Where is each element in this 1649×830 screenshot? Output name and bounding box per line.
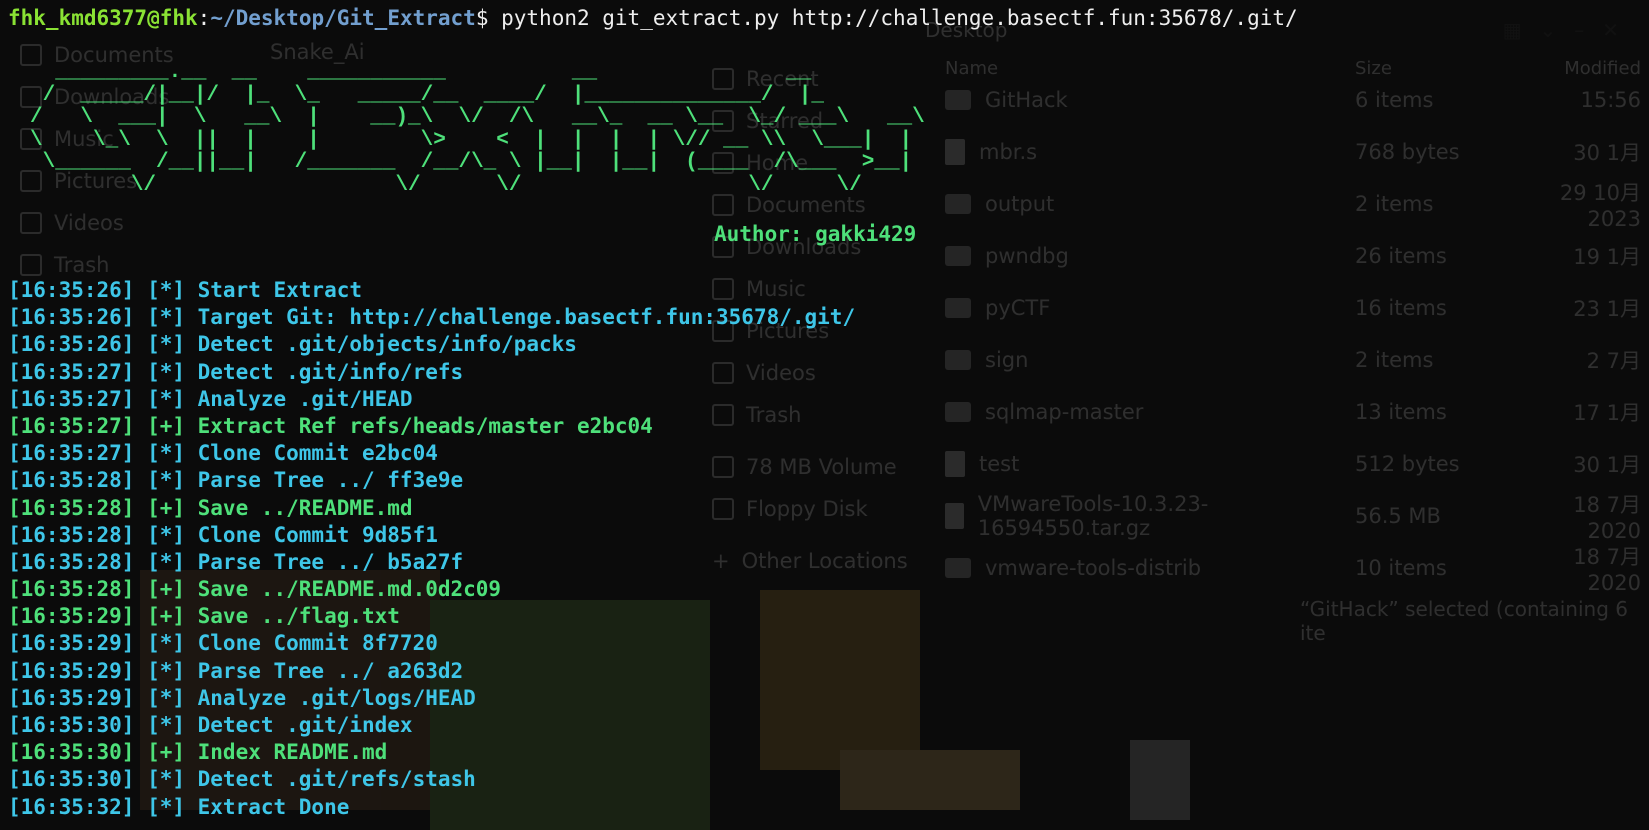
log-line: [16:35:32] [*] Extract Done (8, 794, 350, 819)
log-line: [16:35:29] [*] Analyze .git/logs/HEAD (8, 685, 476, 710)
log-line: [16:35:27] [*] Clone Commit e2bc04 (8, 441, 438, 466)
log-line: [16:35:29] [*] Parse Tree ../ a263d2 (8, 658, 464, 683)
log-line: [16:35:26] [*] Target Git: http://challe… (8, 305, 856, 330)
log-line: [16:35:30] [*] Detect .git/refs/stash (8, 767, 476, 792)
author-line: Author: gakki429 (714, 222, 917, 246)
command-text: python2 git_extract.py http://challenge.… (501, 6, 1298, 30)
log-line: [16:35:28] [+] Save ../README.md.0d2c09 (8, 577, 502, 602)
log-line: [16:35:27] [*] Analyze .git/HEAD (8, 386, 413, 411)
prompt-line: fhk_kmd6377@fhk:~/Desktop/Git_Extract$ p… (8, 2, 1298, 34)
log-line: [16:35:26] [*] Detect .git/objects/info/… (8, 332, 577, 357)
log-line: [16:35:28] [*] Clone Commit 9d85f1 (8, 522, 438, 547)
log-line: [16:35:28] [+] Save ../README.md (8, 495, 413, 520)
log-line: [16:35:30] [*] Detect .git/index (8, 713, 413, 737)
prompt-symbol: $ (475, 6, 502, 30)
prompt-user: fhk_kmd6377@fhk (8, 6, 198, 30)
ascii-banner: _________.__ __ ___________ __ __ / ____… (30, 61, 925, 197)
log-line: [16:35:28] [*] Parse Tree ../ b5a27f (8, 549, 464, 574)
prompt-path: ~/Desktop/Git_Extract (210, 6, 476, 30)
extract-log: [16:35:26] [*] Start Extract [16:35:26] [… (8, 277, 855, 821)
log-line: [16:35:27] [*] Detect .git/info/refs (8, 359, 464, 384)
prompt-separator: : (197, 6, 211, 30)
log-line: [16:35:28] [*] Parse Tree ../ ff3e9e (8, 468, 464, 493)
log-line: [16:35:29] [*] Clone Commit 8f7720 (8, 631, 438, 656)
log-line: [16:35:30] [+] Index README.md (8, 740, 388, 765)
log-line: [16:35:29] [+] Save ../flag.txt (8, 604, 400, 629)
terminal-window[interactable]: fhk_kmd6377@fhk:~/Desktop/Git_Extract$ p… (0, 0, 1649, 823)
log-line: [16:35:27] [+] Extract Ref refs/heads/ma… (8, 413, 653, 438)
log-line: [16:35:26] [*] Start Extract (8, 278, 363, 302)
